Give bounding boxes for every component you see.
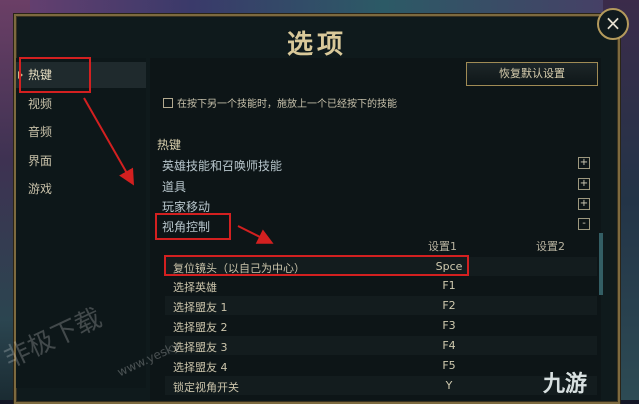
arrow-to-reset-camera [237,225,274,244]
brand-logo-text: 九游 [543,372,588,397]
annotation-arrows [83,97,274,244]
arrow-to-camera-category [83,97,134,186]
